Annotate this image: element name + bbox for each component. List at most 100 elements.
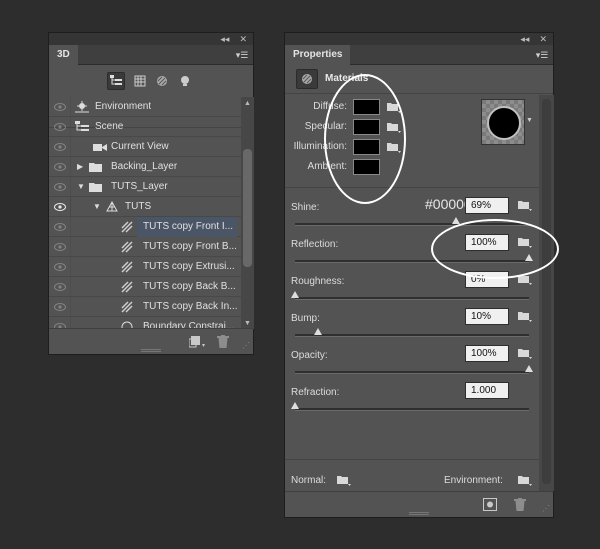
reflection-slider-knob[interactable] bbox=[525, 254, 533, 261]
folder-icon[interactable] bbox=[518, 347, 532, 362]
drag-grip[interactable] bbox=[409, 512, 429, 515]
roughness-slider-knob[interactable] bbox=[291, 291, 299, 298]
illumination-swatch[interactable] bbox=[353, 139, 380, 155]
properties-scrollbar[interactable] bbox=[539, 95, 554, 491]
material-preview[interactable] bbox=[481, 99, 525, 145]
resize-grip-icon[interactable]: ⋰ bbox=[542, 504, 550, 513]
layer-label: TUTS_Layer bbox=[111, 181, 168, 192]
layer-row-tuts[interactable]: ▼ TUTS bbox=[49, 197, 241, 217]
scroll-down-icon[interactable]: ▼ bbox=[244, 320, 251, 327]
layer-label: TUTS copy Back B... bbox=[143, 281, 236, 292]
collapse-icon[interactable]: ◂◂ bbox=[520, 33, 529, 45]
layer-list-scrollbar[interactable]: ▲ ▼ bbox=[241, 97, 254, 329]
collapse-icon[interactable]: ◂◂ bbox=[220, 33, 229, 45]
material-filter-icon[interactable] bbox=[153, 72, 171, 90]
collapse-triangle-icon[interactable]: ▼ bbox=[77, 177, 85, 197]
tab-properties[interactable]: Properties bbox=[285, 45, 351, 65]
ambient-swatch[interactable] bbox=[353, 159, 380, 175]
close-icon[interactable]: ✕ bbox=[239, 33, 247, 45]
trash-icon[interactable] bbox=[217, 335, 229, 351]
visibility-eye-icon[interactable] bbox=[49, 197, 71, 217]
new-object-icon[interactable] bbox=[188, 335, 205, 352]
folder-icon[interactable] bbox=[518, 273, 532, 288]
refraction-slider-knob[interactable] bbox=[291, 402, 299, 409]
light-filter-icon[interactable] bbox=[176, 72, 194, 90]
properties-header: Materials bbox=[285, 66, 553, 94]
close-icon[interactable]: ✕ bbox=[539, 33, 547, 45]
reflection-value-field[interactable]: 100% bbox=[465, 234, 509, 251]
folder-icon[interactable] bbox=[387, 141, 401, 156]
layer-row-scene[interactable]: Scene bbox=[49, 117, 241, 137]
shine-value-field[interactable]: 69% bbox=[465, 197, 509, 214]
visibility-eye-icon[interactable] bbox=[49, 257, 71, 277]
roughness-slider-track[interactable] bbox=[295, 297, 529, 300]
folder-icon[interactable] bbox=[518, 199, 532, 214]
shine-slider-track[interactable] bbox=[295, 223, 529, 226]
shine-slider-knob[interactable] bbox=[452, 217, 461, 224]
material-icon bbox=[121, 281, 135, 293]
opacity-slider-knob[interactable] bbox=[525, 365, 533, 372]
roughness-value-field[interactable]: 0% bbox=[465, 271, 509, 288]
layer-row-environment[interactable]: Environment bbox=[49, 97, 241, 117]
bump-value-field[interactable]: 10% bbox=[465, 308, 509, 325]
resize-grip-icon[interactable]: ⋰ bbox=[242, 341, 250, 350]
specular-swatch[interactable] bbox=[353, 119, 380, 135]
layer-row-material-front-inflation[interactable]: TUTS copy Front I... bbox=[49, 217, 241, 237]
panel-3d: ◂◂ ✕ 3D ▾☰ Environment Scene Current Vie… bbox=[48, 32, 254, 355]
visibility-eye-icon[interactable] bbox=[49, 117, 71, 137]
shine-slider-row: Shine: 69% bbox=[285, 196, 539, 233]
visibility-eye-icon[interactable] bbox=[49, 97, 71, 117]
mesh-filter-icon[interactable] bbox=[131, 72, 149, 90]
folder-icon[interactable] bbox=[387, 121, 401, 136]
visibility-eye-icon[interactable] bbox=[49, 277, 71, 297]
drag-grip[interactable] bbox=[141, 349, 161, 352]
scrollbar-thumb[interactable] bbox=[542, 99, 551, 484]
scene-filter-icon[interactable] bbox=[107, 72, 125, 90]
layer-label: TUTS copy Front B... bbox=[143, 241, 237, 252]
opacity-slider-track[interactable] bbox=[295, 371, 529, 374]
visibility-eye-icon[interactable] bbox=[49, 237, 71, 257]
layer-row-material-back-inflation[interactable]: TUTS copy Back In... bbox=[49, 297, 241, 317]
diffuse-swatch[interactable] bbox=[353, 99, 380, 115]
ambient-row: Ambient: bbox=[285, 157, 415, 177]
reflection-slider-track[interactable] bbox=[295, 260, 529, 263]
refraction-value-field[interactable]: 1.000 bbox=[465, 382, 509, 399]
layer-row-material-front-bevel[interactable]: TUTS copy Front B... bbox=[49, 237, 241, 257]
trash-icon[interactable] bbox=[514, 498, 526, 514]
scroll-up-icon[interactable]: ▲ bbox=[244, 100, 251, 107]
bump-slider-track[interactable] bbox=[295, 334, 529, 337]
layer-row-current-view[interactable]: Current View bbox=[49, 137, 241, 157]
layer-row-backing-layer[interactable]: ▶ Backing_Layer bbox=[49, 157, 241, 177]
diffuse-label: Diffuse: bbox=[313, 101, 347, 112]
scrollbar-thumb[interactable] bbox=[243, 149, 252, 267]
visibility-eye-icon[interactable] bbox=[49, 157, 71, 177]
folder-icon[interactable] bbox=[518, 474, 532, 489]
load-preset-icon[interactable] bbox=[483, 498, 497, 514]
tab-3d[interactable]: 3D bbox=[49, 45, 78, 65]
visibility-eye-icon[interactable] bbox=[49, 177, 71, 197]
visibility-eye-icon[interactable] bbox=[49, 217, 71, 237]
visibility-eye-icon[interactable] bbox=[49, 137, 71, 157]
layer-row-material-extrusion[interactable]: TUTS copy Extrusi... bbox=[49, 257, 241, 277]
mesh-icon bbox=[105, 200, 119, 213]
opacity-value-field[interactable]: 100% bbox=[465, 345, 509, 362]
section-divider bbox=[285, 187, 539, 188]
layer-row-tuts-layer[interactable]: ▼ TUTS_Layer bbox=[49, 177, 241, 197]
layer-row-material-back-bevel[interactable]: TUTS copy Back B... bbox=[49, 277, 241, 297]
material-icon bbox=[296, 69, 318, 89]
expand-triangle-icon[interactable]: ▶ bbox=[77, 157, 83, 177]
chevron-down-icon[interactable]: ▼ bbox=[526, 117, 533, 124]
folder-icon[interactable] bbox=[387, 101, 401, 116]
folder-icon[interactable] bbox=[337, 474, 351, 489]
panel-menu-icon[interactable]: ▾☰ bbox=[235, 49, 249, 61]
bump-slider-knob[interactable] bbox=[314, 328, 323, 335]
refraction-slider-track[interactable] bbox=[295, 408, 529, 411]
properties-title: Materials bbox=[325, 73, 369, 84]
folder-icon[interactable] bbox=[518, 236, 532, 251]
panel-menu-icon[interactable]: ▾☰ bbox=[535, 49, 549, 61]
folder-icon[interactable] bbox=[518, 310, 532, 325]
opacity-slider-row: Opacity: 100% bbox=[285, 344, 539, 381]
visibility-eye-icon[interactable] bbox=[49, 297, 71, 317]
diffuse-row: Diffuse: bbox=[285, 97, 415, 117]
collapse-triangle-icon[interactable]: ▼ bbox=[93, 197, 101, 217]
